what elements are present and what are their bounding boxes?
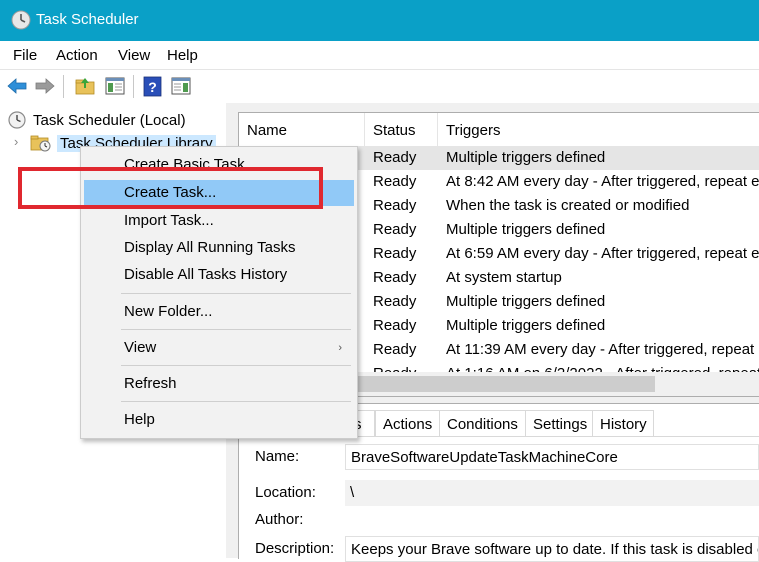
description-label: Description: bbox=[255, 540, 335, 557]
author-label: Author: bbox=[255, 511, 304, 528]
tab-conditions[interactable]: Conditions bbox=[439, 410, 526, 436]
back-arrow-icon[interactable] bbox=[6, 75, 28, 97]
highlight-annotation-box bbox=[18, 167, 323, 209]
task-triggers: At 6:59 AM every day - After triggered, … bbox=[446, 245, 759, 262]
column-header-status[interactable]: Status bbox=[365, 113, 438, 146]
task-status: Ready bbox=[373, 317, 417, 334]
forward-arrow-icon[interactable] bbox=[34, 75, 56, 97]
menu-help[interactable]: Help bbox=[167, 47, 198, 64]
task-triggers: Multiple triggers defined bbox=[446, 149, 606, 166]
task-triggers: When the task is created or modified bbox=[446, 197, 690, 214]
location-label: Location: bbox=[255, 484, 316, 501]
scrollbar-thumb[interactable] bbox=[347, 376, 655, 392]
toolbar-separator bbox=[133, 75, 134, 98]
menu-item-label: Import Task... bbox=[124, 212, 214, 229]
menu-item-view[interactable]: View › bbox=[84, 335, 354, 361]
task-list-header: Name Status Triggers bbox=[239, 113, 759, 147]
task-status: Ready bbox=[373, 269, 417, 286]
toolbar: ? bbox=[0, 69, 759, 104]
task-status: Ready bbox=[373, 149, 417, 166]
task-status: Ready bbox=[373, 245, 417, 262]
toolbar-separator bbox=[63, 75, 64, 98]
task-location-field[interactable]: \ bbox=[345, 480, 759, 506]
menu-item-label: Help bbox=[124, 411, 155, 428]
window-title: Task Scheduler bbox=[36, 11, 139, 28]
task-status: Ready bbox=[373, 341, 417, 358]
menu-file[interactable]: File bbox=[13, 47, 37, 64]
tab-actions[interactable]: Actions bbox=[375, 410, 440, 436]
menu-separator bbox=[121, 365, 351, 366]
clock-icon bbox=[8, 111, 26, 129]
task-name-field[interactable]: BraveSoftwareUpdateTaskMachineCore bbox=[345, 444, 759, 470]
task-status: Ready bbox=[373, 221, 417, 238]
tree-item-task-scheduler-local[interactable]: Task Scheduler (Local) bbox=[33, 112, 186, 129]
task-triggers: Multiple triggers defined bbox=[446, 293, 606, 310]
tab-settings[interactable]: Settings bbox=[525, 410, 593, 436]
menu-action[interactable]: Action bbox=[56, 47, 98, 64]
menu-item-help[interactable]: Help bbox=[84, 407, 354, 433]
menu-item-disable-all-tasks-history[interactable]: Disable All Tasks History bbox=[84, 262, 354, 288]
menu-item-label: Refresh bbox=[124, 375, 177, 392]
tree-expander-icon[interactable]: › bbox=[14, 134, 18, 149]
menu-item-display-all-running-tasks[interactable]: Display All Running Tasks bbox=[84, 235, 354, 261]
task-triggers: Multiple triggers defined bbox=[446, 317, 606, 334]
task-status: Ready bbox=[373, 197, 417, 214]
menu-separator bbox=[121, 293, 351, 294]
menu-separator bbox=[121, 329, 351, 330]
task-triggers: Multiple triggers defined bbox=[446, 221, 606, 238]
menu-item-label: Disable All Tasks History bbox=[124, 266, 288, 283]
column-header-name[interactable]: Name bbox=[239, 113, 365, 146]
column-header-triggers[interactable]: Triggers bbox=[438, 113, 759, 146]
menu-bar: File Action View Help bbox=[0, 41, 759, 69]
task-status: Ready bbox=[373, 173, 417, 190]
menu-item-label: New Folder... bbox=[124, 303, 213, 320]
title-bar: Task Scheduler bbox=[0, 0, 759, 41]
menu-item-label: Display All Running Tasks bbox=[124, 239, 296, 256]
help-icon[interactable]: ? bbox=[142, 75, 164, 97]
task-triggers: At 11:39 AM every day - After triggered,… bbox=[446, 341, 759, 358]
task-triggers: At system startup bbox=[446, 269, 562, 286]
task-triggers: At 8:42 AM every day - After triggered, … bbox=[446, 173, 759, 190]
menu-item-import-task[interactable]: Import Task... bbox=[84, 208, 354, 234]
show-hide-console-tree-icon[interactable] bbox=[104, 75, 126, 97]
menu-view[interactable]: View bbox=[118, 47, 150, 64]
svg-text:?: ? bbox=[148, 79, 157, 95]
folder-clock-icon bbox=[30, 135, 51, 152]
menu-separator bbox=[121, 401, 351, 402]
task-scheduler-clock-icon bbox=[11, 10, 31, 30]
task-status: Ready bbox=[373, 293, 417, 310]
menu-item-new-folder[interactable]: New Folder... bbox=[84, 299, 354, 325]
submenu-arrow-icon: › bbox=[338, 342, 342, 354]
menu-item-refresh[interactable]: Refresh bbox=[84, 371, 354, 397]
task-description-field[interactable]: Keeps your Brave software up to date. If… bbox=[345, 536, 759, 562]
menu-item-label: View bbox=[124, 339, 157, 356]
show-hide-action-pane-icon[interactable] bbox=[170, 75, 192, 97]
up-folder-icon[interactable] bbox=[74, 75, 96, 97]
name-label: Name: bbox=[255, 448, 300, 465]
tab-history[interactable]: History bbox=[592, 410, 654, 436]
